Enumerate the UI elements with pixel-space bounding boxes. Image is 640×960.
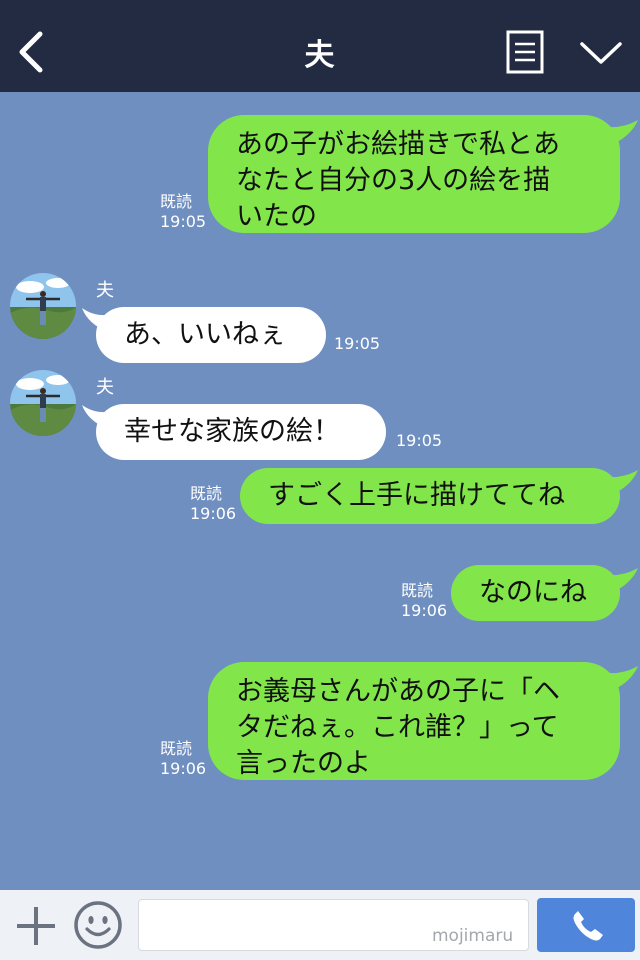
bubble-tail	[600, 666, 638, 692]
message-time: 19:05	[396, 431, 443, 450]
chat-area[interactable]: あの子がお絵描きで私とあ なたと自分の3人の絵を描 いたの 既読 19:05 夫…	[0, 92, 640, 890]
emoji-button[interactable]	[73, 900, 123, 950]
collapse-button[interactable]	[578, 36, 624, 70]
message-text-line: 言ったのよ	[236, 748, 371, 779]
message-text: すごく上手に描けててね	[268, 480, 565, 511]
read-receipt: 既読	[401, 581, 434, 600]
message-text-line: お義母さんがあの子に「ヘ	[236, 676, 560, 707]
message-time: 19:05	[334, 334, 381, 353]
avatar[interactable]	[10, 273, 76, 339]
message-text: なのにね	[479, 577, 587, 608]
bubble-tail	[600, 470, 638, 496]
message-text-line: あの子がお絵描きで私とあ	[236, 129, 560, 160]
message-text-line: なたと自分の3人の絵を描	[236, 165, 551, 196]
sent-message-bubble[interactable]: なのにね	[451, 565, 620, 621]
message-text: 幸せな家族の絵！	[124, 416, 340, 447]
sent-message-bubble[interactable]: すごく上手に描けててね	[240, 468, 620, 524]
plus-icon	[17, 907, 55, 945]
message-time: 19:06	[160, 759, 207, 778]
message-meta: 既読 19:06	[190, 484, 236, 524]
avatar-image	[10, 370, 76, 436]
bubble-tail	[82, 405, 114, 429]
received-message-bubble[interactable]: あ、いいねぇ	[96, 307, 326, 363]
avatar[interactable]	[10, 370, 76, 436]
notes-icon	[506, 30, 544, 74]
sender-name: 夫	[96, 280, 114, 301]
phone-icon	[573, 911, 603, 941]
chat-title: 夫	[304, 38, 336, 73]
read-receipt: 既読	[160, 739, 193, 758]
call-button[interactable]	[537, 898, 635, 952]
bubble-tail	[600, 120, 638, 146]
notes-button[interactable]	[506, 30, 544, 74]
message-text-line: タだねぇ。これ誰？」って	[236, 712, 559, 743]
message-meta: 既読 19:05	[160, 192, 206, 232]
message-meta: 既読 19:06	[160, 739, 206, 779]
bubble-tail	[82, 308, 114, 332]
received-message-bubble[interactable]: 幸せな家族の絵！	[96, 404, 386, 460]
read-receipt: 既読	[190, 484, 223, 503]
emoji-icon	[74, 901, 122, 949]
message-text: あ、いいねぇ	[124, 319, 286, 350]
message-time: 19:06	[401, 601, 448, 620]
bubble-tail	[600, 568, 638, 594]
message-text-line: いたの	[236, 201, 317, 232]
input-bar: mojimaru	[0, 890, 640, 960]
sender-name: 夫	[96, 377, 114, 398]
read-receipt: 既読	[160, 192, 193, 211]
sent-message-bubble[interactable]: あの子がお絵描きで私とあ なたと自分の3人の絵を描 いたの	[208, 115, 620, 233]
add-button[interactable]	[14, 904, 58, 948]
avatar-image	[10, 273, 76, 339]
message-time: 19:05	[160, 212, 207, 231]
message-time: 19:06	[190, 504, 237, 523]
sent-message-bubble[interactable]: お義母さんがあの子に「ヘ タだねぇ。これ誰？」って 言ったのよ	[208, 662, 620, 780]
message-meta: 既読 19:06	[401, 581, 447, 621]
header-bar: 夫	[0, 0, 640, 92]
chevron-down-icon	[580, 42, 622, 64]
watermark: mojimaru	[432, 926, 514, 946]
